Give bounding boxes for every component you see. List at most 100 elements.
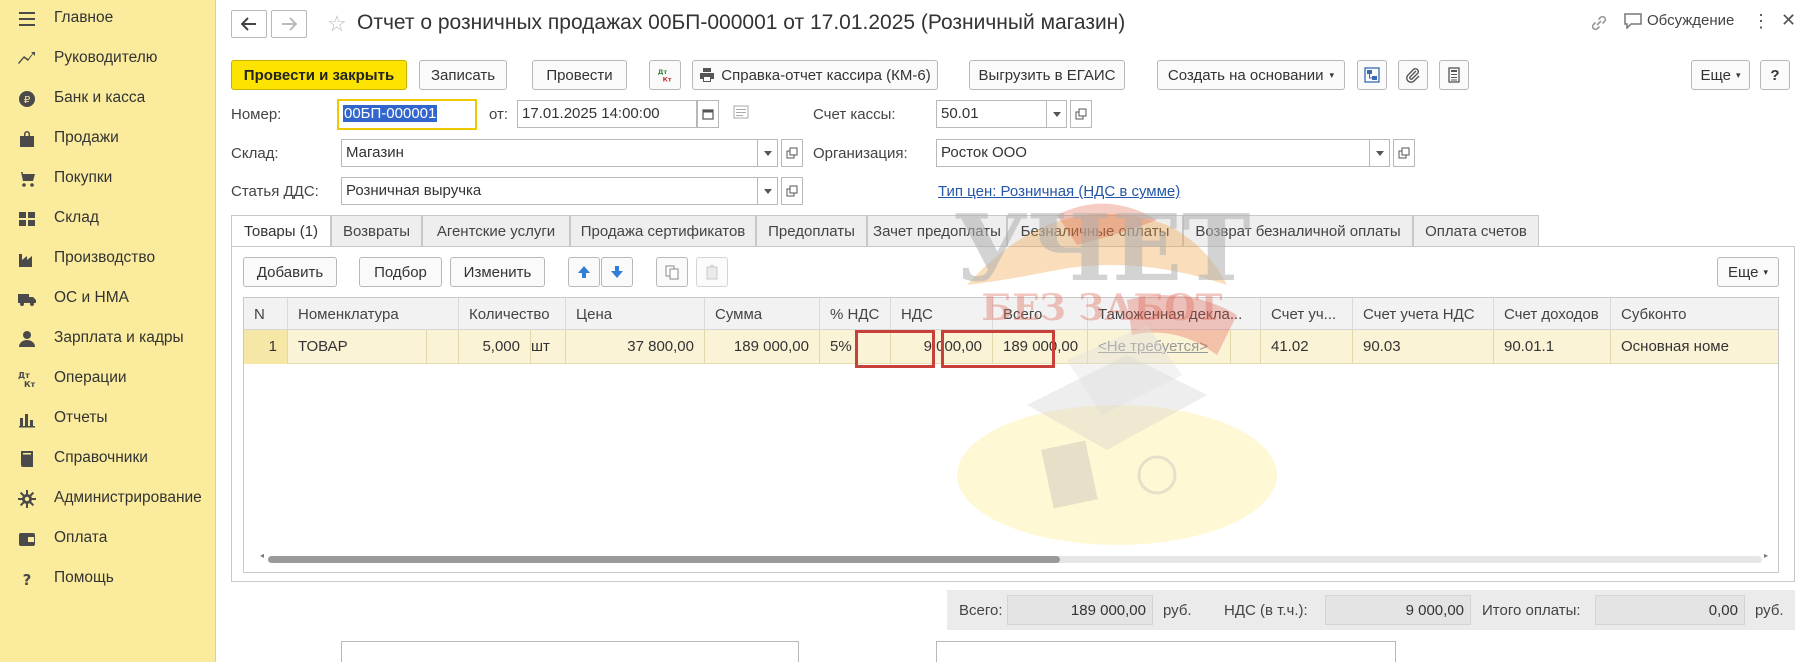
- tab-agent-services[interactable]: Агентские услуги: [422, 215, 570, 246]
- sidebar-item-payment[interactable]: Оплата: [0, 519, 216, 559]
- column-header[interactable]: N: [244, 298, 288, 330]
- bottom-field-right[interactable]: [936, 641, 1396, 662]
- column-header[interactable]: Счет учета НДС: [1353, 298, 1494, 330]
- column-header[interactable]: Номенклатура: [288, 298, 459, 330]
- number-field[interactable]: 00БП-000001: [337, 99, 477, 130]
- move-down-button[interactable]: [601, 257, 633, 287]
- comment-icon[interactable]: [733, 105, 749, 123]
- cash-account-open-button[interactable]: [1070, 100, 1092, 128]
- create-based-on-button[interactable]: Создать на основании ▾: [1157, 60, 1345, 90]
- dt-kt-button[interactable]: Дт Кт: [649, 60, 681, 90]
- cash-account-dropdown[interactable]: [1047, 100, 1067, 128]
- sidebar-item-reports[interactable]: Отчеты: [0, 399, 216, 439]
- column-header[interactable]: Количество: [459, 298, 566, 330]
- sidebar-item-sales[interactable]: Продажи: [0, 119, 216, 159]
- arrow-right-icon: [282, 17, 297, 31]
- sidebar-item-assets[interactable]: ОС и НМА: [0, 279, 216, 319]
- tab-goods[interactable]: Товары (1): [231, 215, 331, 247]
- post-button[interactable]: Провести: [532, 60, 627, 90]
- column-header[interactable]: Счет уч...: [1261, 298, 1353, 330]
- pick-button[interactable]: Подбор: [359, 257, 442, 287]
- sidebar-item-main[interactable]: Главное: [0, 0, 216, 39]
- table-more-button[interactable]: Еще ▾: [1717, 257, 1779, 287]
- sidebar-item-help[interactable]: ? Помощь: [0, 559, 216, 599]
- scroll-left-icon[interactable]: ◂: [260, 551, 264, 560]
- sidebar-item-purchases[interactable]: Покупки: [0, 159, 216, 199]
- price-type-link[interactable]: Тип цен: Розничная (НДС в сумме): [938, 183, 1180, 200]
- tab-cashless-return[interactable]: Возврат безналичной оплаты: [1183, 215, 1413, 246]
- warehouse-open-button[interactable]: [781, 139, 803, 167]
- cell-subconto[interactable]: Основная номе: [1611, 330, 1778, 364]
- cash-account-field[interactable]: 50.01: [936, 100, 1047, 128]
- column-header[interactable]: Счет доходов: [1494, 298, 1611, 330]
- sidebar-item-bank[interactable]: ₽ Банк и касса: [0, 79, 216, 119]
- sidebar-item-production[interactable]: Производство: [0, 239, 216, 279]
- dds-field[interactable]: Розничная выручка: [341, 177, 758, 205]
- scroll-right-icon[interactable]: ▸: [1764, 551, 1768, 560]
- cell-qty[interactable]: 5,000: [459, 330, 531, 364]
- copy-button[interactable]: [656, 257, 688, 287]
- column-header[interactable]: Субконто: [1611, 298, 1778, 330]
- sidebar-item-directories[interactable]: Справочники: [0, 439, 216, 479]
- sidebar-item-manager[interactable]: Руководителю: [0, 39, 216, 79]
- cell-income-account[interactable]: 90.01.1: [1494, 330, 1611, 364]
- calendar-button[interactable]: [697, 100, 719, 128]
- cell-item[interactable]: ТОВАР: [288, 330, 427, 364]
- cell-account[interactable]: 41.02: [1261, 330, 1353, 364]
- attach-button[interactable]: [1398, 60, 1428, 90]
- cashier-report-button[interactable]: Справка-отчет кассира (КМ-6): [692, 60, 938, 90]
- cell-vat-account[interactable]: 90.03: [1353, 330, 1494, 364]
- back-button[interactable]: [231, 10, 267, 38]
- cell-sum[interactable]: 189 000,00: [705, 330, 820, 364]
- forward-button[interactable]: [271, 10, 307, 38]
- sidebar-item-admin[interactable]: Администрирование: [0, 479, 216, 519]
- tab-returns[interactable]: Возвраты: [331, 215, 422, 246]
- add-row-button[interactable]: Добавить: [243, 257, 337, 287]
- tab-certificates[interactable]: Продажа сертификатов: [570, 215, 756, 246]
- tab-prepayments[interactable]: Предоплаты: [756, 215, 867, 246]
- column-header[interactable]: Всего: [993, 298, 1088, 330]
- structure-button[interactable]: [1357, 60, 1387, 90]
- dds-dropdown[interactable]: [758, 177, 778, 205]
- date-field[interactable]: 17.01.2025 14:00:00: [517, 100, 697, 128]
- bottom-field-left[interactable]: [341, 641, 799, 662]
- organization-dropdown[interactable]: [1370, 139, 1390, 167]
- warehouse-dropdown[interactable]: [758, 139, 778, 167]
- organization-open-button[interactable]: [1393, 139, 1415, 167]
- move-up-button[interactable]: [568, 257, 600, 287]
- sidebar-item-payroll[interactable]: Зарплата и кадры: [0, 319, 216, 359]
- kebab-menu-icon[interactable]: ⋮: [1752, 11, 1770, 32]
- link-icon[interactable]: [1590, 14, 1608, 36]
- column-header[interactable]: Таможенная декла...: [1088, 298, 1261, 330]
- hierarchy-icon: [1364, 67, 1380, 83]
- horizontal-scrollbar[interactable]: ◂ ▸: [260, 551, 1770, 564]
- calculator-button[interactable]: [1439, 60, 1469, 90]
- sidebar-item-warehouse[interactable]: Склад: [0, 199, 216, 239]
- help-button[interactable]: ?: [1760, 60, 1790, 90]
- favorite-star-icon[interactable]: ☆: [327, 11, 347, 37]
- goods-table[interactable]: N Номенклатура Количество Цена Сумма % Н…: [243, 297, 1779, 573]
- column-header[interactable]: Сумма: [705, 298, 820, 330]
- discussion-button[interactable]: Обсуждение: [1624, 12, 1734, 29]
- dds-open-button[interactable]: [781, 177, 803, 205]
- sidebar-item-operations[interactable]: Дт Кт Операции: [0, 359, 216, 399]
- warehouse-field[interactable]: Магазин: [341, 139, 758, 167]
- column-header[interactable]: Цена: [566, 298, 705, 330]
- save-button[interactable]: Записать: [419, 60, 507, 90]
- paste-button[interactable]: [696, 257, 728, 287]
- cell-price[interactable]: 37 800,00: [566, 330, 705, 364]
- column-header[interactable]: % НДС: [820, 298, 891, 330]
- scroll-thumb[interactable]: [268, 556, 1060, 563]
- tab-cashless[interactable]: Безналичные оплаты: [1007, 215, 1183, 246]
- egais-upload-button[interactable]: Выгрузить в ЕГАИС: [969, 60, 1125, 90]
- column-header[interactable]: НДС: [891, 298, 993, 330]
- organization-field[interactable]: Росток ООО: [936, 139, 1370, 167]
- more-button[interactable]: Еще ▾: [1691, 60, 1750, 90]
- edit-button[interactable]: Изменить: [450, 257, 545, 287]
- cell-unit[interactable]: шт: [531, 330, 566, 364]
- tab-invoice-payment[interactable]: Оплата счетов: [1413, 215, 1539, 246]
- post-and-close-button[interactable]: Провести и закрыть: [231, 60, 407, 90]
- tab-prepayment-offset[interactable]: Зачет предоплаты: [867, 215, 1007, 246]
- close-icon[interactable]: ✕: [1781, 10, 1796, 31]
- cell-customs[interactable]: <Не требуется>: [1088, 330, 1231, 364]
